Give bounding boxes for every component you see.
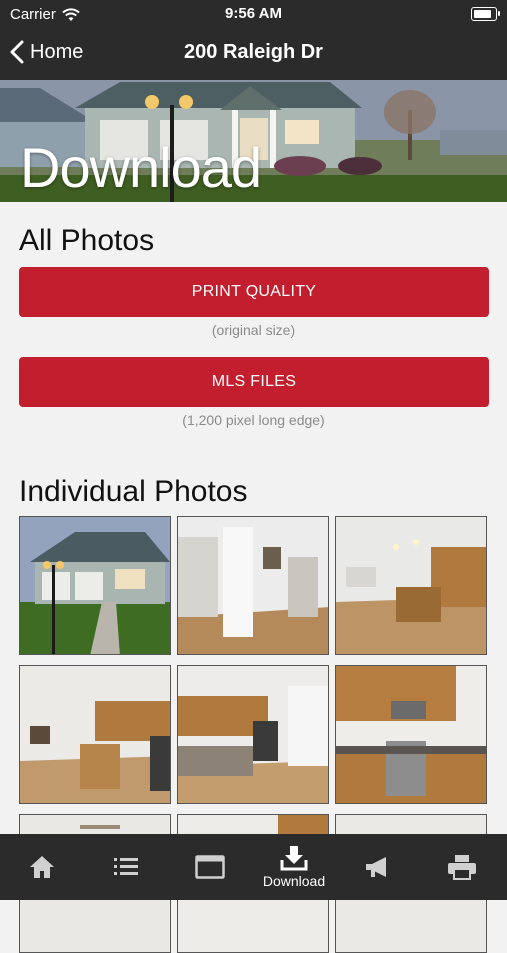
status-bar: Carrier 9:56 AM	[0, 0, 507, 28]
tab-list[interactable]	[84, 834, 168, 900]
battery-icon	[471, 7, 500, 21]
exterior-photo	[20, 517, 170, 654]
mls-files-button[interactable]: MLS FILES	[19, 357, 489, 407]
list-icon	[114, 858, 138, 875]
tab-home[interactable]	[0, 834, 84, 900]
print-quality-note: (original size)	[211, 322, 296, 338]
hero-banner: Download	[0, 80, 507, 202]
download-icon	[280, 846, 308, 871]
kitchen-dining-photo	[178, 666, 328, 803]
home-icon	[30, 856, 54, 878]
hero-heading: Download	[20, 136, 262, 199]
kitchen-island-photo	[20, 666, 170, 803]
tab-download[interactable]: Download	[252, 834, 336, 900]
browser-window-icon	[195, 855, 225, 879]
hallway-photo	[178, 517, 328, 654]
photo-thumbnail-kitchen-island[interactable]	[19, 665, 171, 804]
megaphone-icon	[366, 857, 386, 877]
kitchen-range-photo	[336, 666, 486, 803]
tab-print[interactable]	[420, 834, 504, 900]
individual-photos-heading: Individual Photos	[19, 475, 248, 508]
printer-icon	[448, 855, 476, 880]
tab-marketing[interactable]	[336, 834, 420, 900]
tab-browser[interactable]	[168, 834, 252, 900]
all-photos-heading: All Photos	[19, 224, 155, 257]
photo-thumbnail-hallway[interactable]	[177, 516, 329, 655]
photo-thumbnail-kitchen-range[interactable]	[335, 665, 487, 804]
page-title: 200 Raleigh Dr	[184, 41, 323, 63]
photo-thumbnail-living-kitchen[interactable]	[335, 516, 487, 655]
tab-bar: Download	[0, 834, 507, 900]
photo-thumbnail-kitchen-dining[interactable]	[177, 665, 329, 804]
living-kitchen-photo	[336, 517, 486, 654]
mls-files-note: (1,200 pixel long edge)	[182, 412, 325, 428]
navigation-bar: Home 200 Raleigh Dr	[0, 28, 507, 80]
status-time: 9:56 AM	[225, 5, 282, 22]
print-quality-button[interactable]: PRINT QUALITY	[19, 267, 489, 317]
photo-thumbnail-exterior[interactable]	[19, 516, 171, 655]
tab-download-label: Download	[262, 873, 326, 889]
